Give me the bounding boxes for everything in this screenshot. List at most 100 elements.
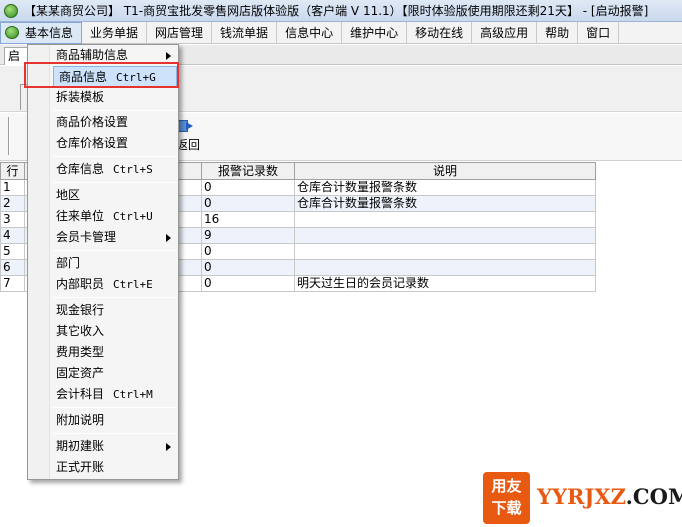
menu-item-label: 内部职员 (56, 277, 105, 291)
menu-item-label: 正式开账 (56, 460, 105, 474)
menu-item-department[interactable]: 部门 (51, 253, 177, 274)
menu-item-region[interactable]: 地区 (51, 185, 177, 206)
col-header-alarm-count[interactable]: 报警记录数 (201, 162, 295, 180)
menu-item-shortcut: Ctrl+U (113, 210, 153, 223)
cell-alarm-count: 9 (201, 227, 295, 244)
cell-alarm-count: 0 (201, 275, 295, 292)
cell-alarm-count: 0 (201, 243, 295, 260)
menu-help[interactable]: 帮助 (537, 21, 579, 44)
menu-item-cash-bank[interactable]: 现金银行 (51, 300, 177, 321)
cell-row-no: 7 (0, 275, 25, 292)
back-arrow-icon (178, 119, 194, 133)
menu-icon-gutter (28, 45, 50, 479)
back-label: 返回 (176, 138, 201, 152)
menu-item-label: 地区 (56, 188, 81, 202)
menu-separator (53, 182, 177, 183)
menu-item-label: 期初建账 (56, 439, 105, 453)
submenu-arrow-icon (166, 443, 171, 451)
cell-alarm-count: 0 (201, 179, 295, 196)
toolbar-separator (8, 117, 10, 155)
cell-alarm-count: 16 (201, 211, 295, 228)
menu-advanced[interactable]: 高级应用 (472, 21, 538, 44)
submenu-arrow-icon (166, 234, 171, 242)
back-button[interactable]: 返回 (176, 119, 200, 153)
menu-mobile-online[interactable]: 移动在线 (407, 21, 473, 44)
menu-item-label: 仓库价格设置 (56, 136, 129, 150)
cell-row-no: 4 (0, 227, 25, 244)
menu-item-shortcut: Ctrl+M (113, 388, 153, 401)
menu-info-center[interactable]: 信息中心 (277, 21, 343, 44)
menu-item-product-price-settings[interactable]: 商品价格设置 (51, 112, 177, 133)
submenu-arrow-icon (166, 52, 171, 60)
menu-item-other-income[interactable]: 其它收入 (51, 321, 177, 342)
menu-window[interactable]: 窗口 (578, 21, 620, 44)
menu-basic-info[interactable]: 基本信息 (0, 21, 83, 44)
menu-label: 基本信息 (25, 25, 74, 40)
menu-item-accounting-subjects[interactable]: 会计科目 Ctrl+M (51, 384, 177, 405)
watermark-domain-head: YYRJXZ (537, 484, 626, 509)
menu-item-label: 商品辅助信息 (56, 48, 129, 62)
cell-description: 仓库合计数量报警条数 (294, 179, 596, 196)
menu-item-fixed-assets[interactable]: 固定资产 (51, 363, 177, 384)
app-icon (4, 3, 18, 18)
title-bar: 【某某商贸公司】 T1-商贸宝批发零售网店版体验版（客户端 V 11.1）【限时… (0, 0, 682, 22)
menu-bar: 基本信息 业务单据 网店管理 钱流单据 信息中心 维护中心 移动在线 高级应用 … (0, 21, 682, 44)
basic-info-dropdown-menu: 商品辅助信息 商品信息 Ctrl+G 拆装模板 商品价格设置 仓库价格设置 仓库… (27, 44, 179, 480)
cell-description (294, 227, 596, 244)
watermark-badge-line1: 用友 (491, 477, 522, 495)
menu-cash-flow-docs[interactable]: 钱流单据 (212, 21, 278, 44)
watermark-badge-line2: 下载 (491, 499, 522, 517)
window-title: 【某某商贸公司】 T1-商贸宝批发零售网店版体验版（客户端 V 11.1）【限时… (24, 4, 649, 18)
watermark: 用友 下载 YYRJXZ.COM (483, 472, 682, 527)
menu-item-label: 固定资产 (56, 366, 105, 380)
menu-item-member-card-mgmt[interactable]: 会员卡管理 (51, 227, 177, 248)
menu-item-label: 现金银行 (56, 303, 105, 317)
app-icon (5, 26, 19, 39)
menu-item-label: 拆装模板 (56, 90, 105, 104)
menu-item-label: 会员卡管理 (56, 230, 117, 244)
menu-item-shortcut: Ctrl+E (113, 278, 153, 291)
menu-separator (53, 297, 177, 298)
cell-row-no: 3 (0, 211, 25, 228)
cell-alarm-count: 0 (201, 195, 295, 212)
menu-item-opening-setup[interactable]: 期初建账 (51, 436, 177, 457)
cell-row-no: 6 (0, 259, 25, 276)
cell-row-no: 2 (0, 195, 25, 212)
menu-separator (53, 250, 177, 251)
menu-item-trading-partners[interactable]: 往来单位 Ctrl+U (51, 206, 177, 227)
cell-row-no: 1 (0, 179, 25, 196)
cell-description (294, 259, 596, 276)
cell-description (294, 243, 596, 260)
menu-item-staff[interactable]: 内部职员 Ctrl+E (51, 274, 177, 295)
menu-separator (53, 407, 177, 408)
col-header-description[interactable]: 说明 (294, 162, 596, 180)
menu-item-warehouse-info[interactable]: 仓库信息 Ctrl+S (51, 159, 177, 180)
menu-item-warehouse-price-settings[interactable]: 仓库价格设置 (51, 133, 177, 154)
menu-separator (53, 156, 177, 157)
menu-item-label: 其它收入 (56, 324, 105, 338)
menu-business-docs[interactable]: 业务单据 (82, 21, 148, 44)
menu-item-label: 商品价格设置 (56, 115, 129, 129)
menu-item-label: 往来单位 (56, 209, 105, 223)
menu-separator (53, 433, 177, 434)
menu-item-formal-opening[interactable]: 正式开账 (51, 457, 177, 478)
annotation-highlight-box (24, 62, 179, 88)
menu-item-label: 附加说明 (56, 413, 105, 427)
menu-item-label: 部门 (56, 256, 81, 270)
col-header-row-no[interactable]: 行 (0, 162, 25, 180)
menu-separator (53, 110, 177, 111)
cell-alarm-count: 0 (201, 259, 295, 276)
menu-item-label: 费用类型 (56, 345, 105, 359)
watermark-badge: 用友 下载 (483, 472, 530, 524)
menu-item-additional-notes[interactable]: 附加说明 (51, 410, 177, 431)
watermark-domain-tail: .COM (625, 484, 682, 509)
menu-maintenance-center[interactable]: 维护中心 (342, 21, 408, 44)
menu-item-assembly-template[interactable]: 拆装模板 (51, 87, 177, 108)
cell-description: 仓库合计数量报警条数 (294, 195, 596, 212)
menu-item-label: 仓库信息 (56, 162, 105, 176)
menu-online-store[interactable]: 网店管理 (147, 21, 213, 44)
menu-item-expense-types[interactable]: 费用类型 (51, 342, 177, 363)
menu-item-shortcut: Ctrl+S (113, 163, 153, 176)
watermark-domain: YYRJXZ.COM (537, 484, 682, 509)
cell-row-no: 5 (0, 243, 25, 260)
